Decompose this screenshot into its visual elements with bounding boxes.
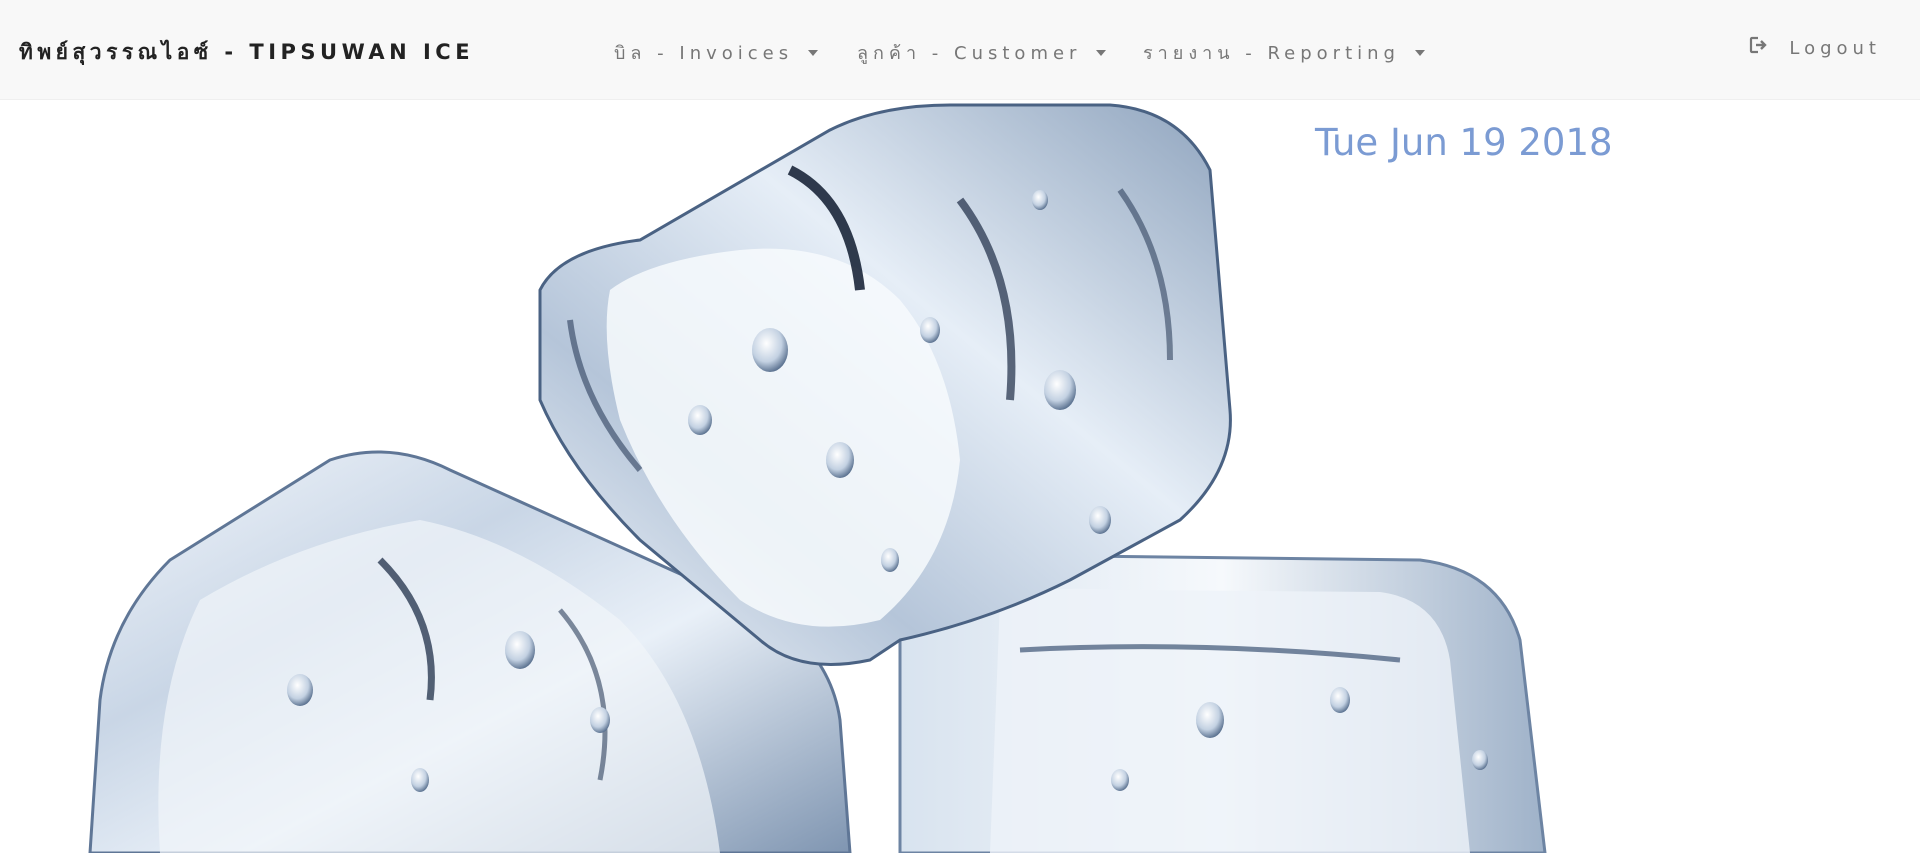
menu-reporting-label: รายงาน - Reporting (1143, 43, 1400, 64)
logout-button[interactable]: Logout (1749, 36, 1881, 59)
logout-label: Logout (1789, 38, 1881, 59)
logout-icon (1749, 36, 1767, 59)
menu-customer-label: ลูกค้า - Customer (857, 43, 1082, 64)
hero-ice-image (0, 100, 1920, 853)
menu-invoices-label: บิล - Invoices (614, 43, 794, 64)
caret-down-icon (1096, 49, 1107, 56)
ice-cubes-image (88, 103, 1547, 853)
menu-customer[interactable]: ลูกค้า - Customer (857, 38, 1107, 67)
current-date: Tue Jun 19 2018 (1315, 121, 1613, 164)
caret-down-icon (807, 49, 818, 56)
menu-reporting[interactable]: รายงาน - Reporting (1143, 38, 1425, 67)
top-navbar: ทิพย์สุวรรณไอซ์ - TIPSUWAN ICE บิล - Inv… (0, 0, 1920, 100)
caret-down-icon (1414, 49, 1425, 56)
brand-link[interactable]: ทิพย์สุวรรณไอซ์ - TIPSUWAN ICE (19, 36, 474, 69)
menu-invoices[interactable]: บิล - Invoices (614, 38, 818, 67)
